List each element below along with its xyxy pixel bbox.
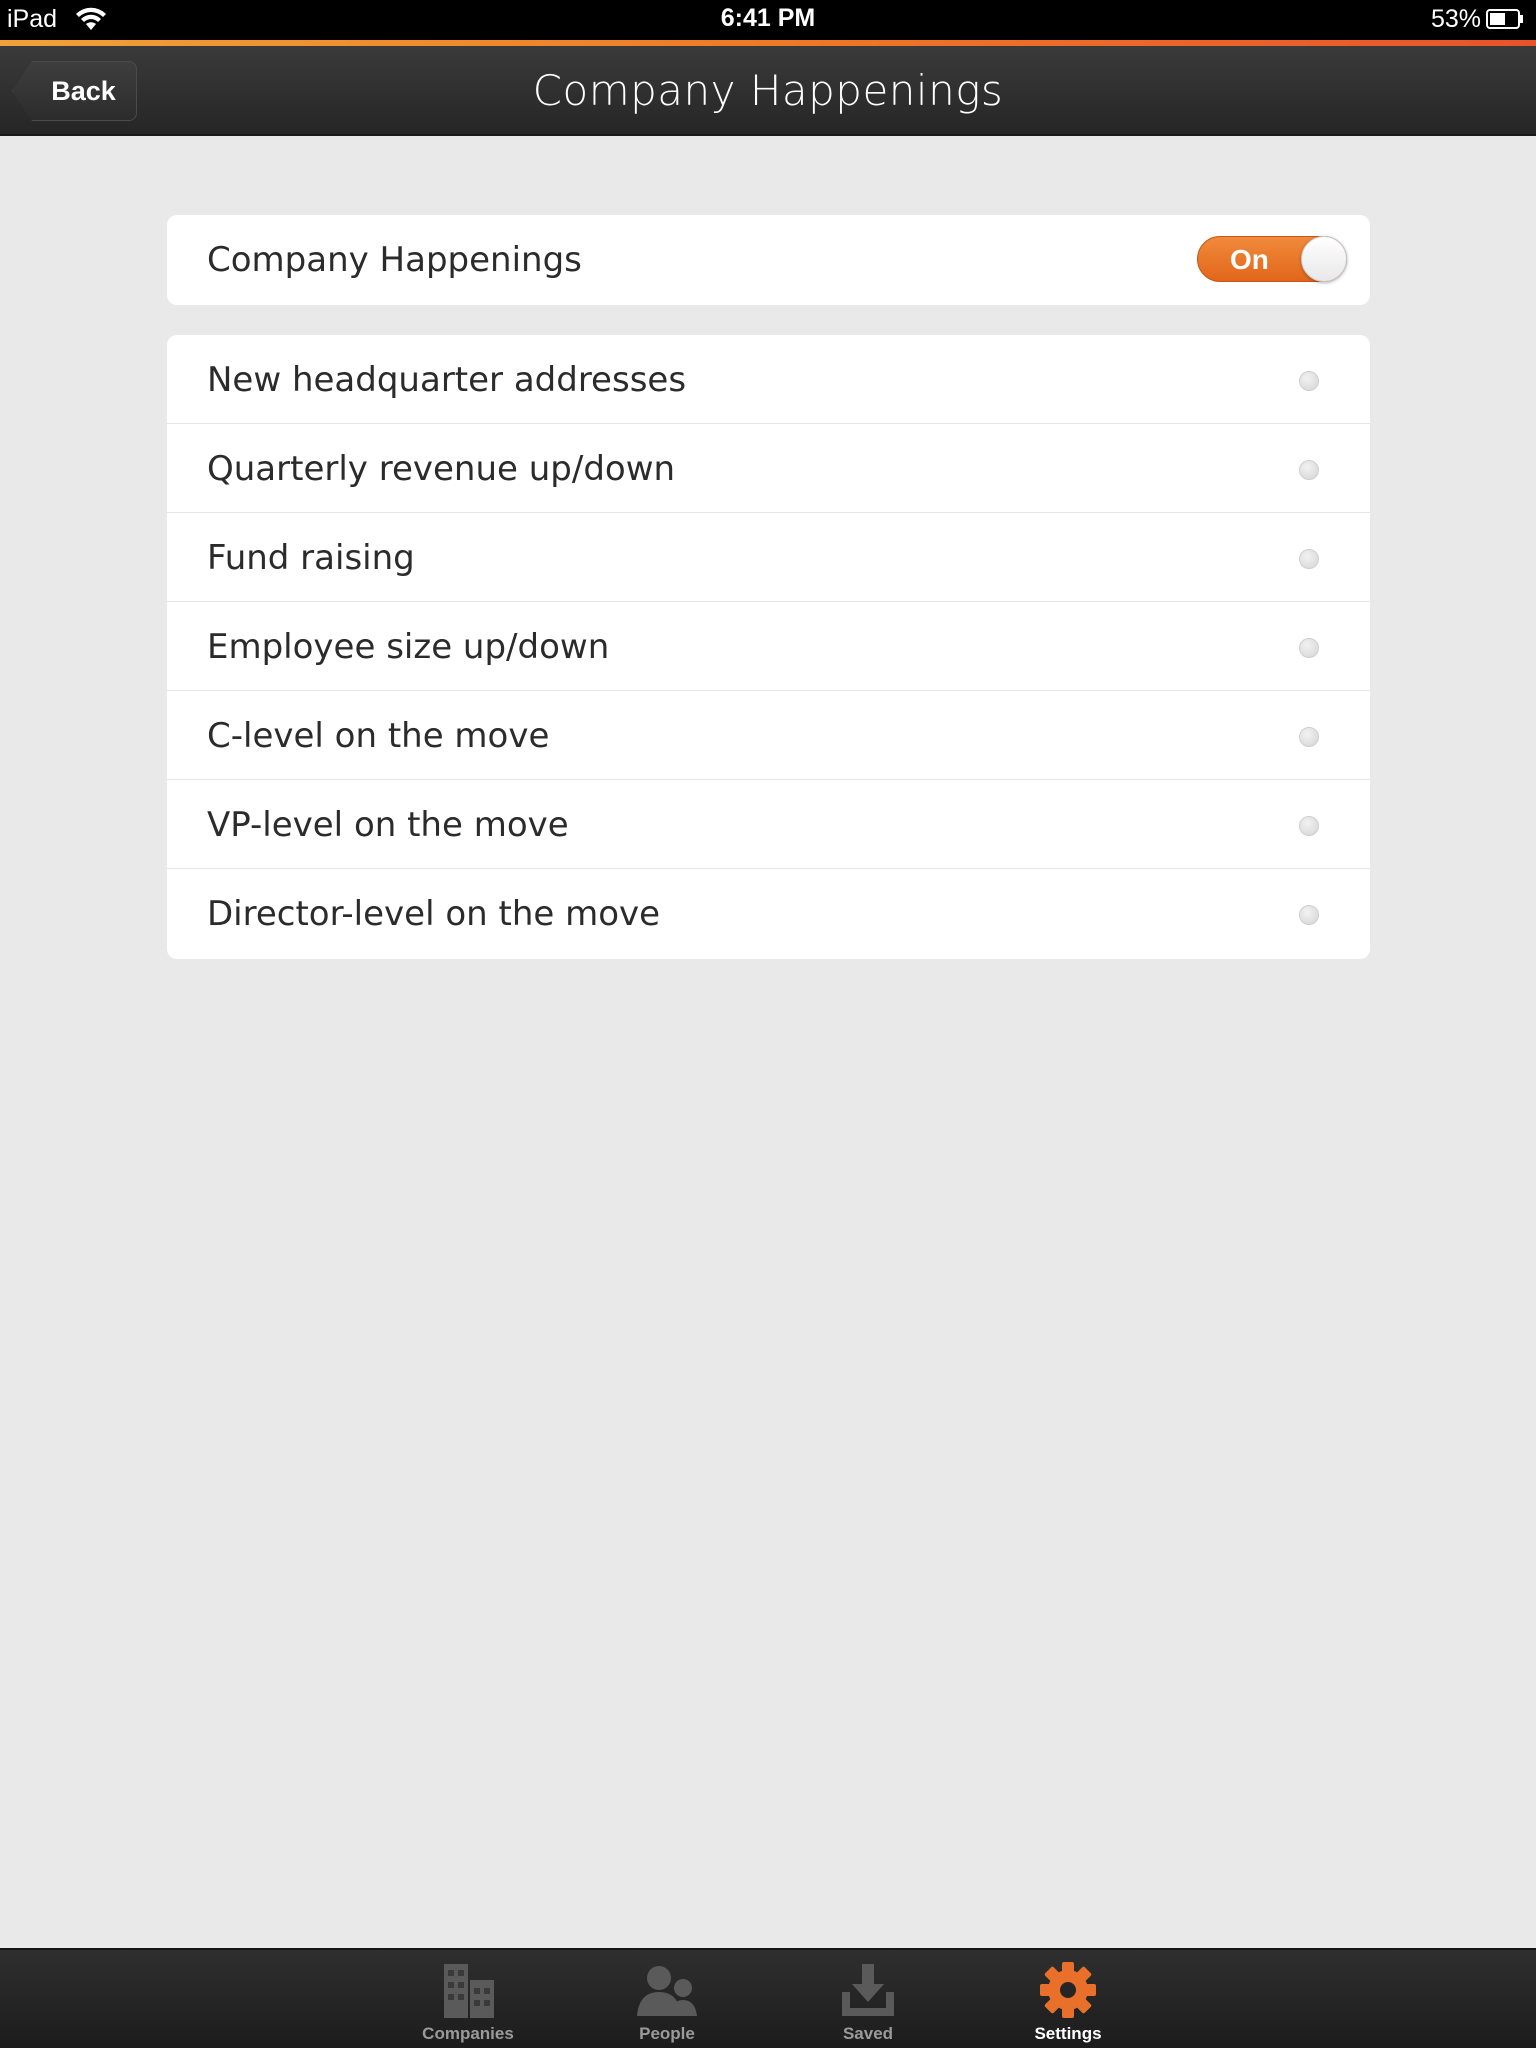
- battery-percent: 53%: [1430, 5, 1481, 33]
- master-setting-label: Company Happenings: [207, 240, 582, 280]
- options-list: New headquarter addresses Quarterly reve…: [167, 335, 1370, 959]
- option-row-vp-level[interactable]: VP-level on the move: [167, 780, 1370, 869]
- option-label: VP-level on the move: [207, 804, 569, 845]
- tab-saved[interactable]: Saved: [788, 1950, 948, 2048]
- people-icon: [637, 1966, 697, 2016]
- gear-icon: [1040, 1962, 1096, 2018]
- page-title: Company Happenings: [532, 65, 1004, 115]
- status-time: 6:41 PM: [720, 4, 816, 32]
- tab-bar: Companies People Saved Settings: [0, 1948, 1536, 2048]
- company-happenings-toggle[interactable]: On: [1197, 236, 1347, 282]
- option-label: C-level on the move: [207, 715, 550, 756]
- download-tray-icon: [842, 1964, 894, 2016]
- option-label: Quarterly revenue up/down: [207, 448, 676, 489]
- radio-indicator[interactable]: [1299, 460, 1319, 480]
- option-label: Fund raising: [207, 537, 415, 578]
- master-setting-card: Company Happenings On: [167, 215, 1370, 305]
- buildings-icon: [444, 1964, 494, 2018]
- option-row-employee-size[interactable]: Employee size up/down: [167, 602, 1370, 691]
- tab-label: Saved: [842, 2024, 894, 2043]
- toggle-state-label: On: [1230, 244, 1269, 275]
- back-button[interactable]: Back: [12, 61, 137, 121]
- status-bar: iPad 6:41 PM 53%: [0, 0, 1536, 40]
- radio-indicator[interactable]: [1299, 816, 1319, 836]
- radio-indicator[interactable]: [1299, 727, 1319, 747]
- option-row-fund-raising[interactable]: Fund raising: [167, 513, 1370, 602]
- option-row-c-level[interactable]: C-level on the move: [167, 691, 1370, 780]
- tab-label: People: [639, 2024, 695, 2043]
- option-label: Employee size up/down: [207, 626, 610, 667]
- tab-companies[interactable]: Companies: [388, 1950, 548, 2048]
- navigation-bar: Company Happenings Back: [0, 46, 1536, 136]
- toggle-knob[interactable]: [1301, 236, 1347, 282]
- radio-indicator[interactable]: [1299, 638, 1319, 658]
- option-row-director-level[interactable]: Director-level on the move: [167, 869, 1370, 958]
- radio-indicator[interactable]: [1299, 905, 1319, 925]
- option-label: Director-level on the move: [207, 893, 661, 934]
- battery-icon: [1486, 9, 1523, 29]
- option-row-new-headquarter-addresses[interactable]: New headquarter addresses: [167, 335, 1370, 424]
- radio-indicator[interactable]: [1299, 371, 1319, 391]
- option-row-quarterly-revenue[interactable]: Quarterly revenue up/down: [167, 424, 1370, 513]
- option-label: New headquarter addresses: [207, 359, 687, 400]
- tab-people[interactable]: People: [587, 1950, 747, 2048]
- tab-label: Settings: [1034, 2024, 1102, 2043]
- radio-indicator[interactable]: [1299, 549, 1319, 569]
- tab-label: Companies: [422, 2024, 514, 2043]
- tab-settings[interactable]: Settings: [988, 1950, 1148, 2048]
